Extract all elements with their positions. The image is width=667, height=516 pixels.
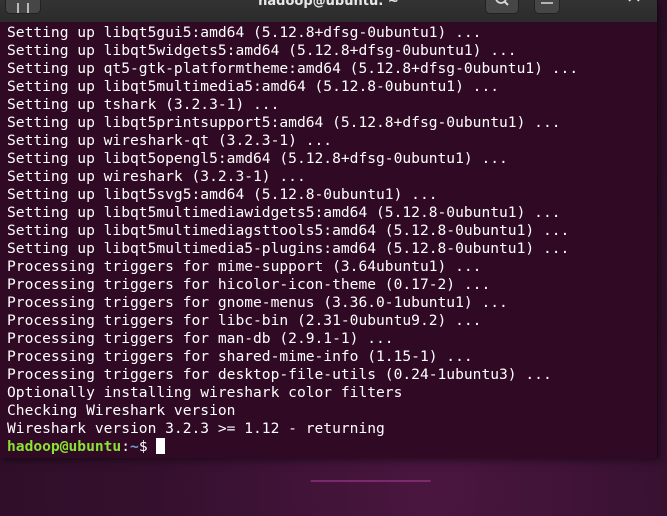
output-line: Processing triggers for gnome-menus (3.3… — [7, 294, 508, 311]
output-line: Setting up libqt5gui5:amd64 (5.12.8+dfsg… — [7, 24, 482, 41]
output-line: Wireshark version 3.2.3 >= 1.12 - return… — [7, 420, 385, 437]
prompt-symbol: $ — [138, 438, 157, 455]
output-line: Setting up libqt5multimedia5-plugins:amd… — [7, 240, 570, 257]
output-line: Checking Wireshark version — [7, 402, 236, 419]
output-line: Setting up libqt5multimediagsttools5:amd… — [7, 222, 570, 239]
menu-button[interactable] — [534, 0, 560, 14]
output-line: Setting up libqt5multimediawidgets5:amd6… — [7, 204, 561, 221]
close-button[interactable] — [622, 0, 646, 8]
search-button[interactable] — [485, 0, 519, 14]
hamburger-menu-icon — [541, 2, 553, 4]
output-line: Processing triggers for hicolor-icon-the… — [7, 276, 491, 293]
output-line: Processing triggers for mime-support (3.… — [7, 258, 482, 275]
prompt-separator: : — [121, 438, 131, 455]
output-line: Setting up libqt5multimedia5:amd64 (5.12… — [7, 78, 500, 95]
terminal-window[interactable]: hadoop@ubuntu: ~ Setting up libqt5gui5:a… — [0, 0, 658, 458]
output-line: Processing triggers for desktop-file-uti… — [7, 366, 552, 383]
close-icon — [628, 0, 640, 2]
output-line: Optionally installing wireshark color fi… — [7, 384, 403, 401]
prompt-user-host: hadoop@ubuntu — [7, 438, 122, 455]
prompt-line[interactable]: hadoop@ubuntu:~$ — [7, 438, 652, 456]
search-icon — [495, 0, 509, 6]
prompt-path: ~ — [130, 438, 139, 455]
output-line: Setting up wireshark (3.2.3-1) ... — [7, 168, 306, 185]
output-line: Setting up tshark (3.2.3-1) ... — [7, 96, 280, 113]
output-line: Setting up libqt5printsupport5:amd64 (5.… — [7, 114, 561, 131]
terminal-output[interactable]: Setting up libqt5gui5:amd64 (5.12.8+dfsg… — [7, 24, 652, 456]
output-line: Setting up wireshark-qt (3.2.3-1) ... — [7, 132, 333, 149]
terminal-headerbar: hadoop@ubuntu: ~ — [0, 0, 657, 22]
output-line: Setting up qt5-gtk-platformtheme:amd64 (… — [7, 60, 579, 77]
output-line: Processing triggers for shared-mime-info… — [7, 348, 473, 365]
output-line: Setting up libqt5svg5:amd64 (5.12.8-0ubu… — [7, 186, 438, 203]
output-line: Setting up libqt5opengl5:amd64 (5.12.8+d… — [7, 150, 508, 167]
output-line: Processing triggers for libc-bin (2.31-0… — [7, 312, 482, 329]
text-cursor — [156, 438, 166, 454]
output-line: Setting up libqt5widgets5:amd64 (5.12.8+… — [7, 42, 517, 59]
headerbar-inner: hadoop@ubuntu: ~ — [0, 0, 657, 22]
output-line: Processing triggers for man-db (2.9.1-1)… — [7, 330, 394, 347]
